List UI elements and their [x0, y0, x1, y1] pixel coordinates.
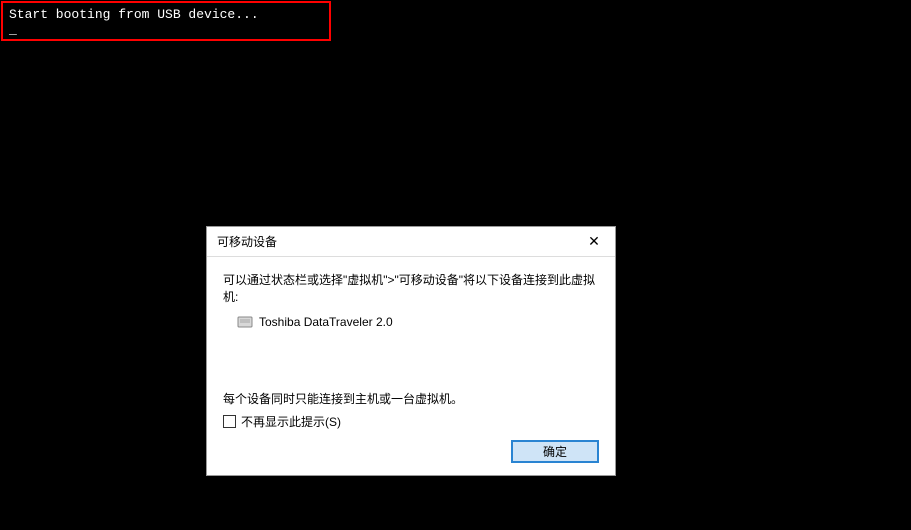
device-name: Toshiba DataTraveler 2.0 — [259, 315, 393, 329]
ok-button-label: 确定 — [543, 443, 567, 460]
close-icon: ✕ — [588, 233, 600, 250]
checkbox-row: 不再显示此提示(S) — [223, 413, 599, 430]
boot-highlight-box: Start booting from USB device... _ — [1, 1, 331, 41]
removable-devices-dialog: 可移动设备 ✕ 可以通过状态栏或选择"虚拟机">"可移动设备"将以下设备连接到此… — [206, 226, 616, 476]
device-row: Toshiba DataTraveler 2.0 — [223, 315, 599, 329]
dialog-instruction: 可以通过状态栏或选择"虚拟机">"可移动设备"将以下设备连接到此虚拟机: — [223, 271, 599, 305]
dont-show-label[interactable]: 不再显示此提示(S) — [241, 413, 341, 430]
close-button[interactable]: ✕ — [573, 227, 615, 256]
button-row: 确定 — [223, 440, 599, 463]
dialog-title: 可移动设备 — [217, 233, 277, 250]
dialog-note: 每个设备同时只能连接到主机或一台虚拟机。 — [223, 390, 599, 407]
ok-button[interactable]: 确定 — [511, 440, 599, 463]
boot-cursor: _ — [9, 22, 323, 37]
dialog-bottom-area: 每个设备同时只能连接到主机或一台虚拟机。 不再显示此提示(S) 确定 — [223, 390, 599, 463]
dialog-body: 可以通过状态栏或选择"虚拟机">"可移动设备"将以下设备连接到此虚拟机: Tos… — [207, 257, 615, 475]
dialog-title-bar[interactable]: 可移动设备 ✕ — [207, 227, 615, 257]
boot-message: Start booting from USB device... — [9, 7, 323, 22]
dont-show-checkbox[interactable] — [223, 415, 236, 428]
drive-icon — [237, 315, 253, 329]
